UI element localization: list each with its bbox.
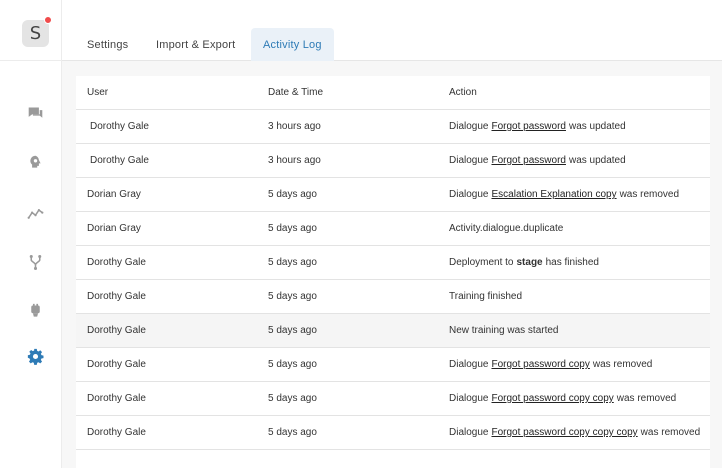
dialogue-link[interactable]: Forgot password copy copy copy bbox=[491, 427, 637, 438]
action-prefix: Dialogue bbox=[449, 427, 489, 438]
table-row[interactable]: Dorian Gray 5 days ago Dialogue Escalation … bbox=[76, 178, 710, 212]
table-row[interactable]: Dorothy Gale 5 days ago New training was s… bbox=[76, 314, 710, 348]
row-date: 5 days ago bbox=[268, 189, 317, 200]
dialogue-link[interactable]: Forgot password bbox=[491, 121, 565, 132]
row-action: Activity.dialogue.duplicate bbox=[449, 212, 563, 245]
logo-area: S bbox=[0, 0, 62, 61]
row-date: 5 days ago bbox=[268, 359, 317, 370]
row-user: Dorian Gray bbox=[87, 223, 141, 234]
dialogue-link[interactable]: Escalation Explanation copy bbox=[491, 189, 616, 200]
table-row[interactable]: Dorothy Gale 3 hours ago Dialogue Forgot pa… bbox=[76, 144, 710, 178]
sidebar: S bbox=[0, 0, 62, 468]
row-action: Dialogue Escalation Explanation copy was r… bbox=[449, 178, 679, 211]
row-date: 3 hours ago bbox=[268, 121, 321, 132]
row-action: Dialogue Forgot password was updated bbox=[449, 110, 626, 143]
row-user: Dorothy Gale bbox=[87, 393, 146, 404]
action-prefix: Dialogue bbox=[449, 155, 489, 166]
action-suffix: was updated bbox=[568, 121, 626, 132]
row-date: 5 days ago bbox=[268, 223, 317, 234]
row-action: Deployment to stage has finished bbox=[449, 246, 599, 279]
tab-bar: Settings Import & Export Activity Log bbox=[62, 0, 722, 61]
integrations-icon[interactable] bbox=[25, 252, 45, 272]
column-header-date[interactable]: Date & Time bbox=[268, 76, 323, 109]
gear-icon[interactable] bbox=[25, 346, 45, 366]
row-user: Dorothy Gale bbox=[87, 427, 146, 438]
dialogue-link[interactable]: Forgot password bbox=[491, 155, 565, 166]
row-action: Training finished bbox=[449, 280, 522, 313]
row-date: 3 hours ago bbox=[268, 155, 321, 166]
action-text: New training was started bbox=[449, 325, 559, 336]
chat-icon[interactable] bbox=[25, 103, 45, 123]
action-prefix: Dialogue bbox=[449, 189, 489, 200]
row-date: 5 days ago bbox=[268, 291, 317, 302]
action-prefix: Deployment to bbox=[449, 257, 514, 268]
action-prefix: Dialogue bbox=[449, 359, 489, 370]
row-date: 5 days ago bbox=[268, 427, 317, 438]
action-suffix: has finished bbox=[545, 257, 599, 268]
action-suffix: was removed bbox=[619, 189, 680, 200]
analytics-icon[interactable] bbox=[25, 203, 45, 223]
column-header-action[interactable]: Action bbox=[449, 76, 477, 109]
action-text: Training finished bbox=[449, 291, 523, 302]
row-date: 5 days ago bbox=[268, 325, 317, 336]
action-suffix: was removed bbox=[640, 427, 701, 438]
app-logo[interactable]: S bbox=[22, 20, 49, 47]
action-text: Activity.dialogue.duplicate bbox=[449, 223, 564, 234]
table-row[interactable]: Dorothy Gale 5 days ago Dialogue Forgot pas… bbox=[76, 382, 710, 416]
row-user: Dorothy Gale bbox=[87, 257, 146, 268]
tab-settings[interactable]: Settings bbox=[75, 28, 140, 61]
row-action: Dialogue Forgot password copy copy was rem… bbox=[449, 382, 676, 415]
table-row[interactable]: Dorothy Gale 5 days ago Deployment to stage… bbox=[76, 246, 710, 280]
row-date: 5 days ago bbox=[268, 393, 317, 404]
environment-name: stage bbox=[516, 257, 543, 268]
row-action: Dialogue Forgot password copy was removed bbox=[449, 348, 652, 381]
dialogue-link[interactable]: Forgot password copy copy bbox=[491, 393, 613, 404]
row-action: Dialogue Forgot password copy copy copy wa… bbox=[449, 416, 700, 449]
action-suffix: was updated bbox=[568, 155, 626, 166]
column-header-user[interactable]: User bbox=[87, 76, 108, 109]
table-body: Dorothy Gale 3 hours ago Dialogue Forgot pa… bbox=[76, 110, 710, 450]
table-row[interactable]: Dorian Gray 5 days ago Activity.dialogue.d… bbox=[76, 212, 710, 246]
main-content: User Date & Time Action Dorothy Gale 3 ho… bbox=[62, 61, 722, 468]
row-action: New training was started bbox=[449, 314, 559, 347]
activity-log-table: User Date & Time Action Dorothy Gale 3 ho… bbox=[76, 76, 710, 468]
row-user: Dorothy Gale bbox=[87, 325, 146, 336]
table-row[interactable]: Dorothy Gale 5 days ago Dialogue Forgot pas… bbox=[76, 416, 710, 450]
action-suffix: was removed bbox=[592, 359, 653, 370]
row-date: 5 days ago bbox=[268, 257, 317, 268]
table-row[interactable]: Dorothy Gale 3 hours ago Dialogue Forgot pa… bbox=[76, 110, 710, 144]
brain-icon[interactable] bbox=[25, 152, 45, 172]
table-row[interactable]: Dorothy Gale 5 days ago Training finished bbox=[76, 280, 710, 314]
tab-import-export[interactable]: Import & Export bbox=[144, 28, 247, 61]
row-user: Dorothy Gale bbox=[87, 291, 146, 302]
plugin-icon[interactable] bbox=[25, 301, 45, 321]
action-prefix: Dialogue bbox=[449, 121, 489, 132]
table-header: User Date & Time Action bbox=[76, 76, 710, 110]
row-user: Dorian Gray bbox=[87, 189, 141, 200]
row-user: Dorothy Gale bbox=[87, 359, 146, 370]
row-user: Dorothy Gale bbox=[90, 155, 149, 166]
notification-dot bbox=[44, 16, 52, 24]
action-suffix: was removed bbox=[616, 393, 677, 404]
table-row[interactable]: Dorothy Gale 5 days ago Dialogue Forgot pas… bbox=[76, 348, 710, 382]
row-user: Dorothy Gale bbox=[90, 121, 149, 132]
dialogue-link[interactable]: Forgot password copy bbox=[491, 359, 589, 370]
action-prefix: Dialogue bbox=[449, 393, 489, 404]
tab-activity-log[interactable]: Activity Log bbox=[251, 28, 334, 61]
row-action: Dialogue Forgot password was updated bbox=[449, 144, 626, 177]
